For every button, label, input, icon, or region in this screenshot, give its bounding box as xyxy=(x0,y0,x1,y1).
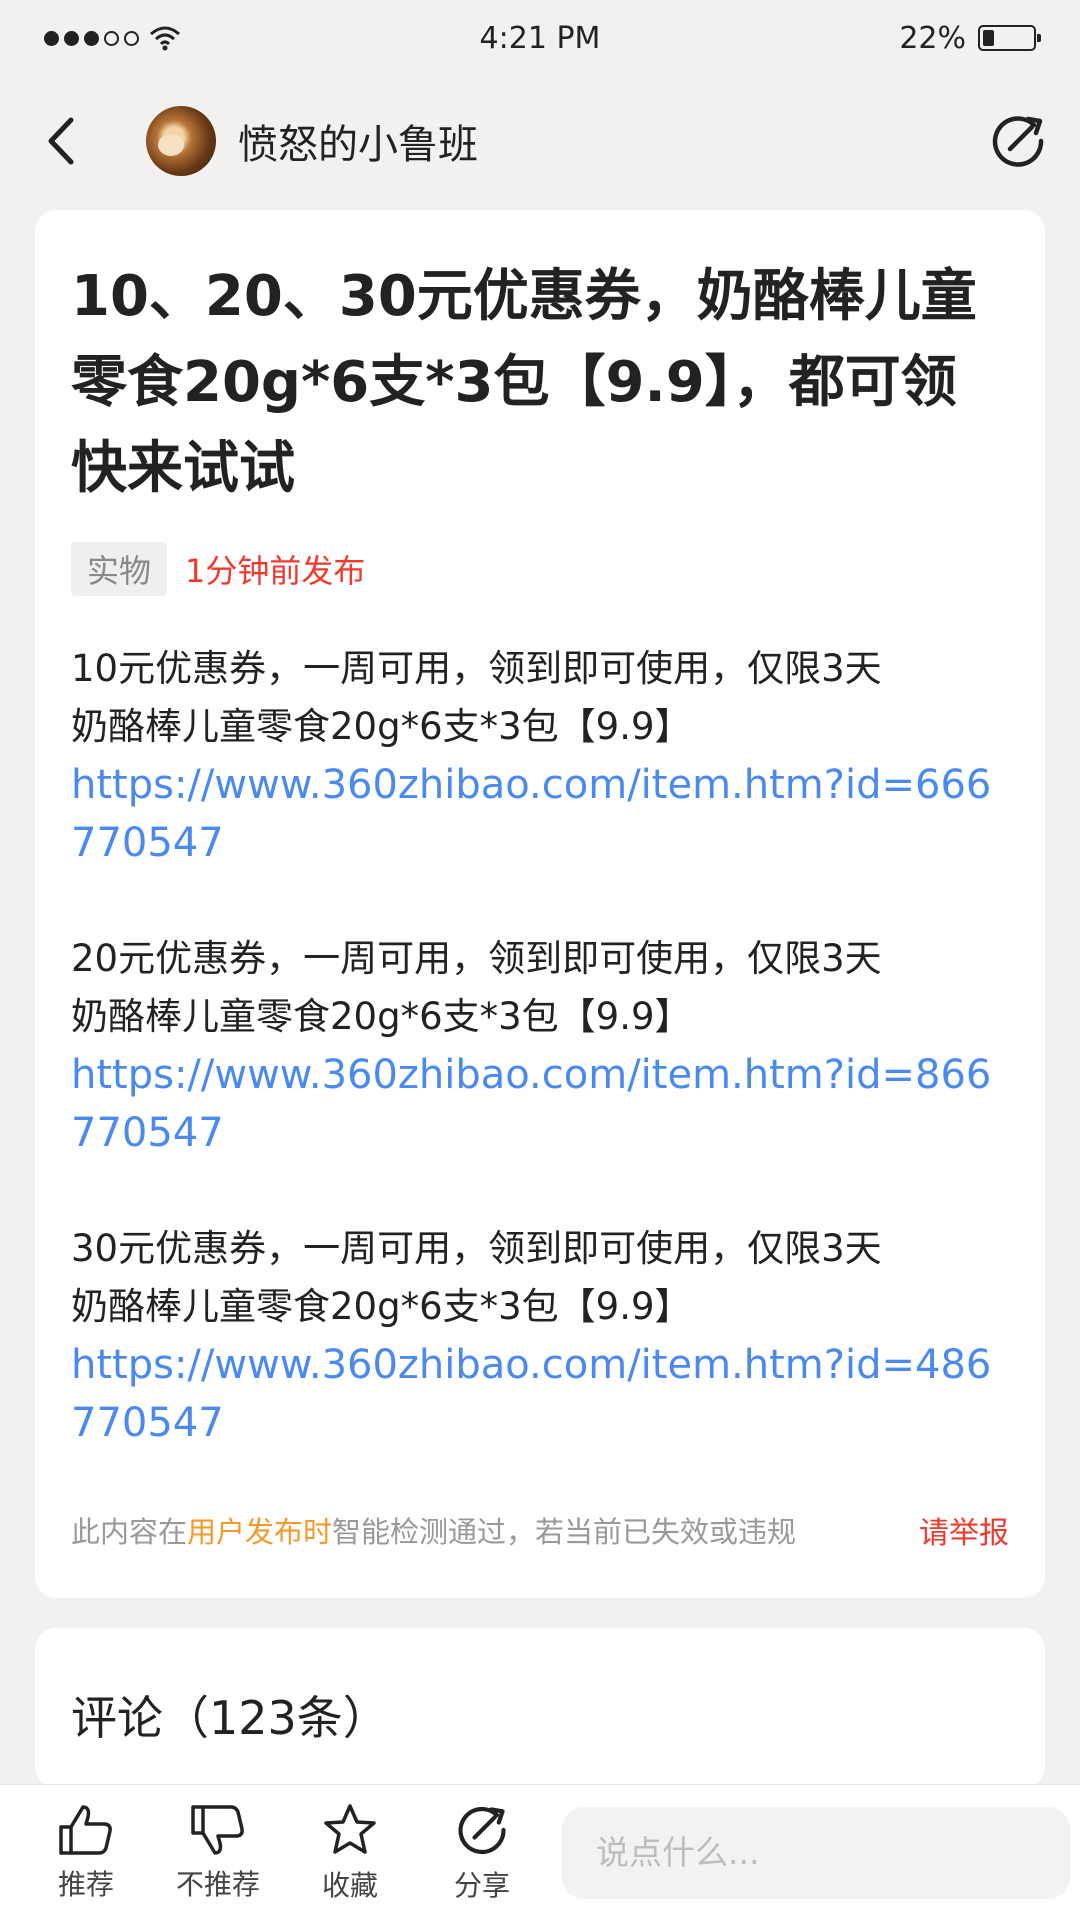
share-circle-icon xyxy=(992,116,1044,167)
share-icon xyxy=(458,1806,506,1854)
not-recommend-label: 不推荐 xyxy=(175,1867,260,1901)
thumbs-down-icon xyxy=(191,1804,244,1855)
comment-input[interactable] xyxy=(562,1806,1070,1899)
coupon-block: 20元优惠券，一周可用，领到即可使用，仅限3天 奶酪棒儿童零食20g*6支*3包… xyxy=(71,930,1009,1162)
post-card: 10、20、30元优惠券，奶酪棒儿童零食20g*6支*3包【9.9】，都可领快来… xyxy=(35,210,1045,1598)
post-time: 1分钟前发布 xyxy=(185,552,366,590)
moderation-suffix: 智能检测通过，若当前已失效或违规 xyxy=(332,1515,797,1549)
moderation-prefix: 此内容在 xyxy=(71,1515,188,1549)
comments-card: 评论（123条） xyxy=(35,1628,1045,1788)
product-line: 奶酪棒儿童零食20g*6支*3包【9.9】 xyxy=(71,705,692,748)
share-button[interactable]: 分享 xyxy=(422,1802,542,1904)
product-link[interactable]: https://www.360zhibao.com/item.htm?id=86… xyxy=(71,1046,1009,1162)
category-tag: 实物 xyxy=(71,542,168,596)
product-link[interactable]: https://www.360zhibao.com/item.htm?id=66… xyxy=(71,756,1009,872)
product-line: 奶酪棒儿童零食20g*6支*3包【9.9】 xyxy=(71,1285,692,1328)
star-icon xyxy=(324,1803,376,1854)
post-meta: 实物 1分钟前发布 xyxy=(71,542,1009,596)
favorite-button[interactable]: 收藏 xyxy=(290,1802,410,1904)
post-title: 10、20、30元优惠券，奶酪棒儿童零食20g*6支*3包【9.9】，都可领快来… xyxy=(71,264,977,501)
share-button-top[interactable] xyxy=(986,109,1050,173)
report-link[interactable]: 请举报 xyxy=(919,1508,1009,1552)
comments-title: 评论（123条） xyxy=(71,1691,389,1745)
not-recommend-button[interactable]: 不推荐 xyxy=(158,1803,278,1903)
username[interactable]: 愤怒的小鲁班 xyxy=(238,112,478,170)
bottom-action-bar: 推荐 不推荐 收藏 分享 xyxy=(0,1784,1080,1920)
coupon-line: 30元优惠券，一周可用，领到即可使用，仅限3天 xyxy=(71,1227,882,1270)
share-label: 分享 xyxy=(453,1868,510,1902)
back-button[interactable] xyxy=(30,111,90,171)
nav-bar: 愤怒的小鲁班 xyxy=(0,96,1080,186)
status-right: 22% xyxy=(736,20,1041,56)
moderation-note: 此内容在用户发布时智能检测通过，若当前已失效或违规 请举报 xyxy=(71,1508,1009,1552)
favorite-label: 收藏 xyxy=(321,1868,378,1902)
moderation-text: 此内容在用户发布时智能检测通过，若当前已失效或违规 xyxy=(71,1509,796,1551)
recommend-label: 推荐 xyxy=(57,1867,114,1901)
battery-icon xyxy=(978,25,1041,51)
product-line: 奶酪棒儿童零食20g*6支*3包【9.9】 xyxy=(71,995,692,1038)
product-link[interactable]: https://www.360zhibao.com/item.htm?id=48… xyxy=(71,1336,1009,1452)
recommend-button[interactable]: 推荐 xyxy=(26,1803,146,1903)
status-left xyxy=(44,25,344,51)
battery-fill xyxy=(983,30,994,46)
signal-strength-icon xyxy=(44,30,139,46)
status-time: 4:21 PM xyxy=(479,20,601,56)
coupon-block: 30元优惠券，一周可用，领到即可使用，仅限3天 奶酪棒儿童零食20g*6支*3包… xyxy=(71,1220,1009,1452)
avatar[interactable] xyxy=(146,106,216,176)
battery-percent: 22% xyxy=(899,20,966,56)
coupon-block: 10元优惠券，一周可用，领到即可使用，仅限3天 奶酪棒儿童零食20g*6支*3包… xyxy=(71,640,1009,872)
thumbs-up-icon xyxy=(59,1804,112,1855)
coupon-line: 10元优惠券，一周可用，领到即可使用，仅限3天 xyxy=(71,647,882,690)
wifi-icon xyxy=(150,26,180,51)
chevron-left-icon xyxy=(48,117,74,165)
status-bar: 4:21 PM 22% xyxy=(0,0,1080,76)
moderation-highlight: 用户发布时 xyxy=(187,1515,333,1549)
coupon-line: 20元优惠券，一周可用，领到即可使用，仅限3天 xyxy=(71,937,882,980)
